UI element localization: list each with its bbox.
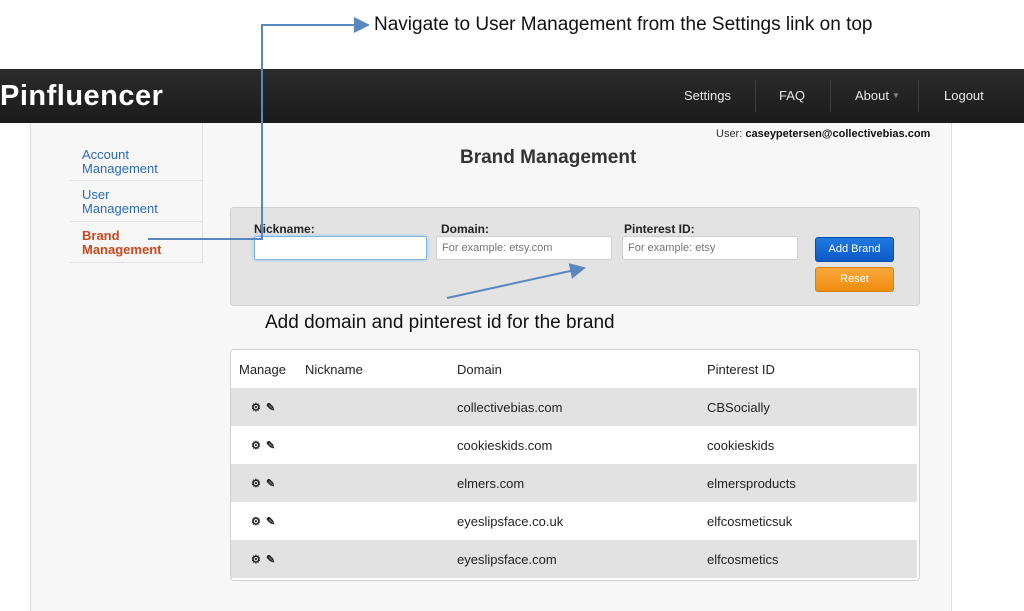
cell-pinterest-id: elfcosmetics <box>707 552 779 567</box>
gear-icon[interactable]: ⚙ <box>251 515 261 528</box>
cell-pinterest-id: elfcosmeticsuk <box>707 514 793 529</box>
nav-divider <box>830 80 831 112</box>
gear-icon[interactable]: ⚙ <box>251 439 261 452</box>
cell-domain: eyeslipsface.com <box>457 552 557 567</box>
edit-icon[interactable]: ✎ <box>266 401 275 414</box>
cell-pinterest-id: cookieskids <box>707 438 775 453</box>
nickname-label: Nickname: <box>254 222 315 236</box>
edit-icon[interactable]: ✎ <box>266 515 275 528</box>
domain-label: Domain: <box>441 222 489 236</box>
nav-logout-link[interactable]: Logout <box>944 88 984 103</box>
cell-domain: cookieskids.com <box>457 438 553 453</box>
column-header-manage: Manage <box>239 362 286 377</box>
table-row <box>231 464 917 502</box>
add-brand-button[interactable]: Add Brand <box>815 237 894 262</box>
nav-settings-link[interactable]: Settings <box>684 88 731 103</box>
user-prefix: User: <box>716 128 743 140</box>
sidebar-divider <box>70 221 202 222</box>
user-email: caseypetersen@collectivebias.com <box>745 128 931 140</box>
edit-icon[interactable]: ✎ <box>266 477 275 490</box>
gear-icon[interactable]: ⚙ <box>251 401 261 414</box>
sidebar-item-account-management[interactable]: Account Management <box>82 148 182 176</box>
nav-about-label: About <box>855 88 889 103</box>
page-title: Brand Management <box>460 147 637 168</box>
table-row <box>231 502 917 540</box>
cell-domain: eyeslipsface.co.uk <box>457 514 564 529</box>
column-header-domain: Domain <box>457 362 502 377</box>
table-row <box>231 540 917 578</box>
nav-faq-link[interactable]: FAQ <box>779 88 805 103</box>
table-row <box>231 388 917 426</box>
column-header-nickname: Nickname <box>305 362 363 377</box>
sidebar-divider <box>70 262 202 263</box>
annotation-add-domain: Add domain and pinterest id for the bran… <box>265 312 615 333</box>
nickname-input[interactable] <box>254 236 427 260</box>
pinterest-id-label: Pinterest ID: <box>624 222 695 236</box>
pinterest-id-input[interactable] <box>622 236 798 260</box>
current-user: User: caseypetersen@collectivebias.com <box>716 128 930 140</box>
cell-pinterest-id: CBSocially <box>707 400 770 415</box>
app-logo[interactable]: Pinfluencer <box>0 80 163 113</box>
nav-divider <box>755 80 756 112</box>
cell-domain: elmers.com <box>457 476 525 491</box>
chevron-down-icon: ▼ <box>891 91 900 100</box>
sidebar-divider <box>70 180 202 181</box>
sidebar-item-brand-management[interactable]: Brand Management <box>82 229 192 257</box>
gear-icon[interactable]: ⚙ <box>251 477 261 490</box>
domain-input[interactable] <box>436 236 612 260</box>
reset-button[interactable]: Reset <box>815 267 894 292</box>
nav-divider <box>918 80 919 112</box>
nav-about-dropdown[interactable]: About ▼ <box>855 88 900 103</box>
sidebar-item-user-management[interactable]: User Management <box>82 188 182 216</box>
cell-domain: collectivebias.com <box>457 400 563 415</box>
cell-pinterest-id: elmersproducts <box>707 476 796 491</box>
table-row <box>231 426 917 464</box>
edit-icon[interactable]: ✎ <box>266 439 275 452</box>
annotation-navigate: Navigate to User Management from the Set… <box>374 14 873 35</box>
edit-icon[interactable]: ✎ <box>266 553 275 566</box>
gear-icon[interactable]: ⚙ <box>251 553 261 566</box>
column-header-pinterest-id: Pinterest ID <box>707 362 775 377</box>
